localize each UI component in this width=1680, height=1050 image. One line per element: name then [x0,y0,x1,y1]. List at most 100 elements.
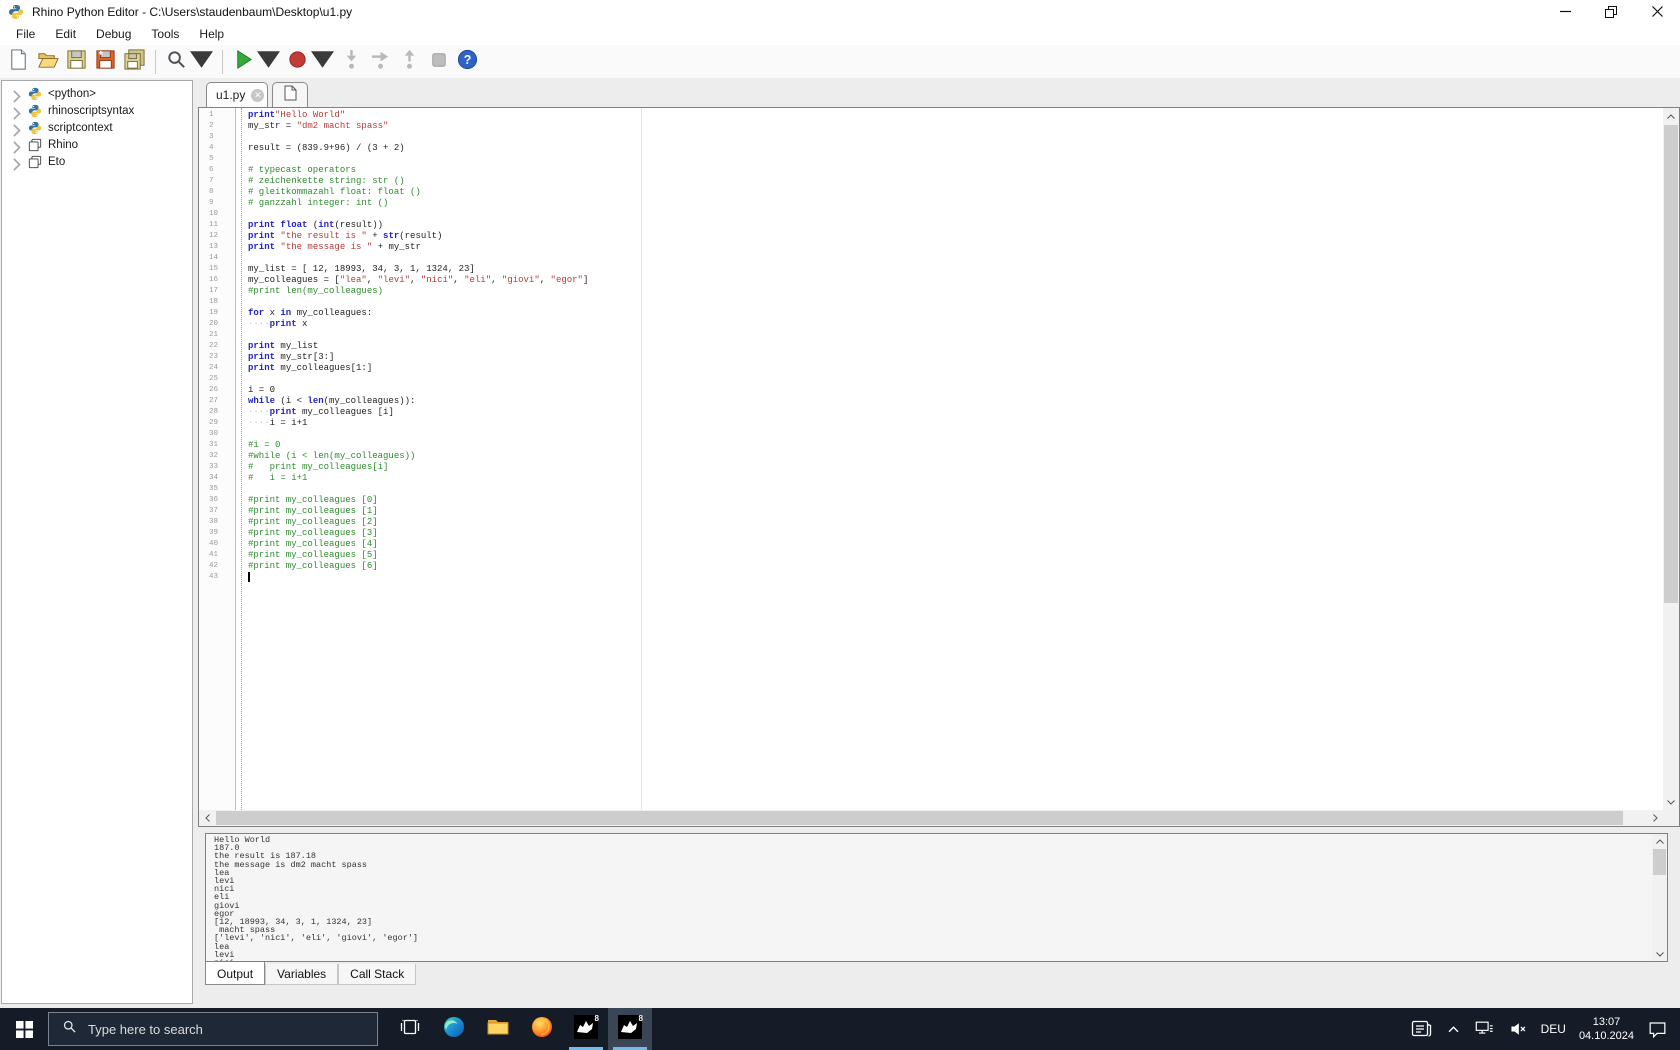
expand-chevron-icon[interactable] [12,140,22,154]
code-editor[interactable]: 1 print"Hello World" 2 my_str = "dm2 macht … [198,107,1680,827]
save-file-as-button[interactable] [91,48,120,76]
menu-edit[interactable]: Edit [45,24,86,44]
tab-u1py[interactable]: u1.py ✕ [206,82,268,107]
menu-tools[interactable]: Tools [141,24,189,44]
taskbar-app-firefox[interactable] [520,1008,564,1050]
search-box[interactable]: Type here to search [48,1012,378,1046]
restore-button[interactable] [1588,0,1634,23]
search-dropdown-icon[interactable] [190,48,213,76]
editor-horizontal-scrollbar[interactable] [199,810,1663,826]
stop-debug-button[interactable] [424,48,453,76]
run-script-dropdown-icon[interactable] [257,48,280,76]
sidebar-item-Eto[interactable]: Eto [2,153,192,171]
menu-debug[interactable]: Debug [86,24,141,44]
code-line: 41 #print my_colleagues [5] [199,550,1663,561]
scroll-right-arrow[interactable] [1647,810,1663,826]
taskbar-app-task-view[interactable] [388,1008,432,1050]
language-indicator[interactable]: DEU [1541,1022,1566,1036]
sidebar-item-rhinoscriptsyntax[interactable]: rhinoscriptsyntax [2,102,192,120]
taskbar-app-rhino[interactable]: 8 [564,1008,608,1050]
line-number: 13 [209,243,219,251]
code-text: print my_colleagues[1:] [248,363,373,373]
editor-vertical-scrollbar[interactable] [1663,108,1679,810]
fold-cell [235,231,242,242]
fold-cell [235,209,242,220]
save-all-button[interactable] [120,48,149,76]
menu-help[interactable]: Help [189,24,234,44]
step-out-button[interactable] [395,48,424,76]
output-panel[interactable]: Hello World 187.0 the result is 187.18 the … [205,833,1668,962]
line-number: 35 [209,485,219,493]
line-number: 23 [209,353,219,361]
line-number: 43 [209,573,219,581]
code-line: 30 [199,429,1663,440]
scroll-down-arrow[interactable] [1663,794,1679,810]
scrollbar-thumb[interactable] [1653,849,1666,875]
sidebar-item-scriptcontext[interactable]: scriptcontext [2,119,192,137]
network-icon[interactable] [1473,1019,1495,1039]
line-number: 38 [209,518,219,526]
menu-file[interactable]: File [6,24,45,44]
scroll-up-arrow[interactable] [1652,834,1667,848]
save-file-button[interactable] [62,48,91,76]
search-button[interactable] [162,48,216,76]
minimize-button[interactable] [1542,0,1588,23]
scrollbar-thumb[interactable] [216,811,1623,825]
sidebar-item-python[interactable]: <python> [2,85,192,103]
sidebar-item-Rhino[interactable]: Rhino [2,136,192,154]
line-number: 14 [209,254,219,262]
scrollbar-thumb[interactable] [1664,125,1678,603]
code-text: print "the result is " + str(result) [248,231,443,241]
taskbar-app-edge[interactable] [432,1008,476,1050]
break-dropdown-icon[interactable] [311,48,334,76]
code-text: #print my_colleagues [2] [248,517,378,527]
step-into-button[interactable] [337,48,366,76]
taskbar-app-file-explorer[interactable] [476,1008,520,1050]
line-number: 36 [209,496,219,504]
code-text: ····print x [248,319,308,329]
fold-cell [235,132,242,143]
code-line: 15 my_list = [ 12, 18993, 34, 3, 1, 1324,… [199,264,1663,275]
line-number: 6 [209,166,214,174]
code-line: 7 # zeichenkette string: str () [199,176,1663,187]
expand-chevron-icon[interactable] [12,89,22,103]
line-number: 22 [209,342,219,350]
new-document-tab[interactable] [272,82,308,107]
volume-muted-icon[interactable] [1508,1020,1528,1038]
scroll-up-arrow[interactable] [1663,108,1679,124]
code-line: 26 i = 0 [199,385,1663,396]
start-button[interactable] [0,1008,48,1050]
expand-chevron-icon[interactable] [12,157,22,171]
chevron-up-icon[interactable] [1447,1025,1460,1034]
close-button[interactable] [1634,0,1680,23]
scroll-left-arrow[interactable] [199,810,215,826]
tree-item-label: scriptcontext [48,121,113,134]
run-script-button[interactable] [229,48,283,76]
app-badge: 8 [638,1014,643,1023]
step-over-button[interactable] [366,48,395,76]
tab-variables[interactable]: Variables [265,964,339,985]
line-number: 41 [209,551,219,559]
scroll-down-arrow[interactable] [1652,947,1667,961]
help-button[interactable]: ? [453,48,482,76]
new-file-button[interactable] [4,48,33,76]
tab-call-stack[interactable]: Call Stack [338,964,417,985]
output-scrollbar[interactable] [1652,834,1667,961]
expand-chevron-icon[interactable] [12,123,22,137]
taskbar-app-rhino[interactable]: 8 [608,1008,652,1050]
widgets-icon[interactable] [1410,1018,1434,1040]
expand-chevron-icon[interactable] [12,106,22,120]
code-line: 28 ····print my_colleagues [i] [199,407,1663,418]
output-line: 187.0 [214,843,240,854]
tab-output[interactable]: Output [205,962,266,985]
code-text: # ganzzahl integer: int () [248,198,389,208]
notifications-icon[interactable] [1647,1020,1668,1039]
clock[interactable]: 13:07 04.10.2024 [1579,1015,1634,1043]
break-button[interactable] [283,48,337,76]
code-line: 33 # print my_colleagues[i] [199,462,1663,473]
tab-close-icon[interactable]: ✕ [251,88,265,102]
fold-cell [235,242,242,253]
open-file-button[interactable] [33,48,62,76]
